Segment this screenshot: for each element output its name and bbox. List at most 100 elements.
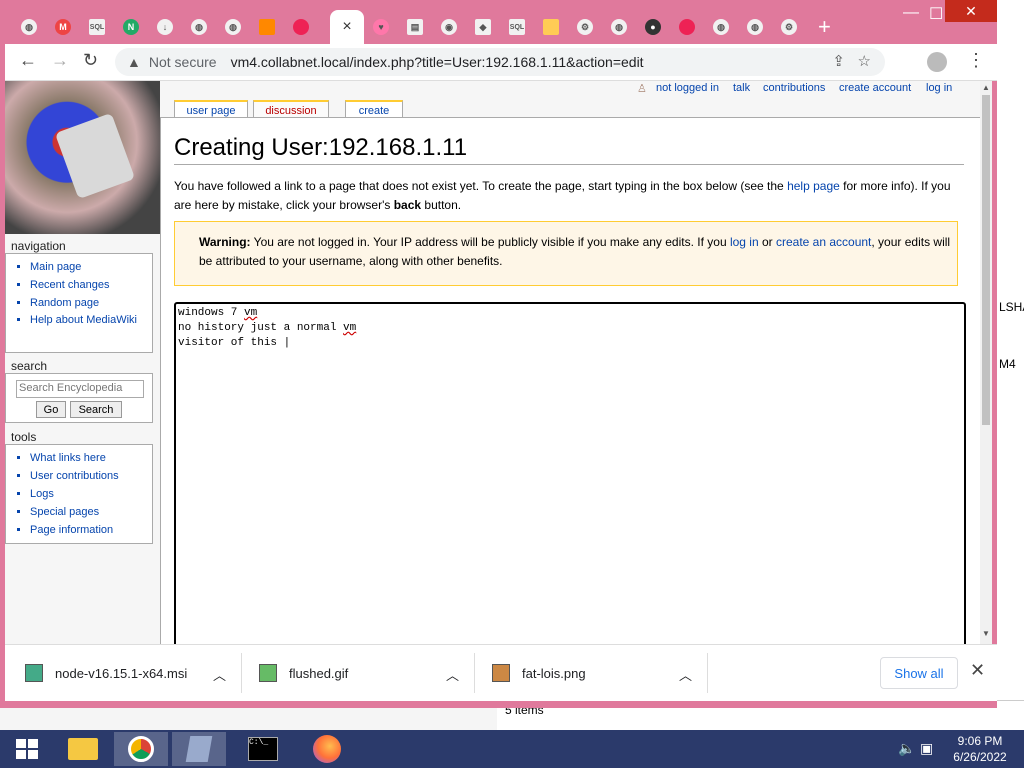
help-page-link[interactable]: help page bbox=[787, 179, 840, 193]
taskbar-firefox[interactable] bbox=[300, 732, 354, 766]
browser-tab[interactable]: ♥ bbox=[364, 10, 398, 44]
taskbar-app[interactable] bbox=[172, 732, 226, 766]
browser-tab[interactable] bbox=[250, 10, 284, 44]
scroll-down-icon[interactable]: ▼ bbox=[982, 629, 990, 638]
divider bbox=[241, 653, 242, 693]
warning-triangle-icon[interactable]: ▲ bbox=[127, 54, 141, 70]
security-status[interactable]: Not secure bbox=[149, 54, 217, 70]
address-bar[interactable]: ▲ Not secure vm4.collabnet.local/index.p… bbox=[115, 48, 885, 76]
globe-icon: ◍ bbox=[191, 19, 207, 35]
browser-tab[interactable]: ↓ bbox=[148, 10, 182, 44]
browser-tab[interactable]: ◍ bbox=[704, 10, 738, 44]
desktop-edge-text: M4 bbox=[999, 357, 1016, 371]
personal-contributions-link[interactable]: contributions bbox=[763, 82, 825, 94]
close-tab-icon[interactable]: × bbox=[342, 18, 351, 36]
browser-tab[interactable]: ● bbox=[636, 10, 670, 44]
taskbar-command-prompt[interactable]: C:\_ bbox=[236, 732, 290, 766]
m-icon: M bbox=[55, 19, 71, 35]
browser-tab[interactable]: ⚙ bbox=[772, 10, 806, 44]
globe-icon: ◍ bbox=[611, 19, 627, 35]
personal-create-account-link[interactable]: create account bbox=[839, 82, 911, 94]
user-icon: ♙ bbox=[637, 83, 647, 95]
browser-tab[interactable]: ◆ bbox=[466, 10, 500, 44]
browser-tab[interactable]: ▤ bbox=[398, 10, 432, 44]
share-icon[interactable]: ⇪ bbox=[832, 52, 845, 70]
browser-window: ◍ M SQL N ↓ ◍ ◍ × ♥ ▤ ◉ ◆ SQL ⚙ ◍ ● ◍ ◍ … bbox=[0, 0, 997, 708]
volume-muted-icon[interactable]: 🔈 bbox=[898, 740, 915, 757]
personal-log-in-link[interactable]: log in bbox=[926, 82, 952, 94]
network-icon[interactable]: ▣ bbox=[920, 740, 933, 757]
browser-tab[interactable]: N bbox=[114, 10, 148, 44]
browser-tab[interactable]: ◍ bbox=[602, 10, 636, 44]
sqlite-icon: SQL bbox=[89, 19, 105, 35]
tools-heading: tools bbox=[11, 430, 37, 444]
download-item[interactable]: node-v16.15.1-x64.msi bbox=[25, 645, 187, 701]
new-tab-button[interactable]: + bbox=[818, 14, 831, 40]
start-button[interactable] bbox=[0, 732, 54, 766]
tools-special-pages[interactable]: Special pages bbox=[30, 503, 152, 521]
page-scrollbar[interactable]: ▲ ▼ bbox=[980, 81, 992, 644]
taskbar-file-explorer[interactable] bbox=[56, 732, 110, 766]
tools-logs[interactable]: Logs bbox=[30, 485, 152, 503]
nav-random-page[interactable]: Random page bbox=[30, 294, 152, 312]
taskbar-chrome[interactable] bbox=[114, 732, 168, 766]
nav-help[interactable]: Help about MediaWiki bbox=[30, 312, 152, 328]
folder-icon bbox=[68, 738, 98, 760]
tools-page-information[interactable]: Page information bbox=[30, 521, 152, 539]
chevron-up-icon[interactable]: ︿ bbox=[213, 665, 226, 684]
globe-icon: ◍ bbox=[225, 19, 241, 35]
chevron-up-icon[interactable]: ︿ bbox=[446, 665, 459, 684]
search-input[interactable]: Search Encyclopedia bbox=[16, 380, 144, 398]
tools-what-links-here[interactable]: What links here bbox=[30, 449, 152, 467]
browser-tab[interactable]: ⚙ bbox=[568, 10, 602, 44]
scrollbar-thumb[interactable] bbox=[982, 95, 990, 425]
star-icon[interactable]: ☆ bbox=[858, 52, 871, 70]
reload-icon[interactable]: ↻ bbox=[83, 50, 98, 71]
log-in-link[interactable]: log in bbox=[730, 235, 759, 249]
scroll-up-icon[interactable]: ▲ bbox=[982, 83, 990, 92]
create-account-link[interactable]: create an account bbox=[776, 235, 871, 249]
browser-tab[interactable]: ◍ bbox=[12, 10, 46, 44]
browser-tab[interactable]: ◉ bbox=[432, 10, 466, 44]
minimize-button[interactable]: — bbox=[903, 4, 919, 22]
browser-tab[interactable]: SQL bbox=[80, 10, 114, 44]
system-clock[interactable]: 9:06 PM 6/26/2022 bbox=[940, 733, 1020, 765]
browser-tab[interactable]: M bbox=[46, 10, 80, 44]
file-icon: ▤ bbox=[407, 19, 423, 35]
download-item[interactable]: fat-lois.png bbox=[492, 645, 586, 701]
browser-tab[interactable]: SQL bbox=[500, 10, 534, 44]
chevron-up-icon[interactable]: ︿ bbox=[679, 665, 692, 684]
browser-tab[interactable] bbox=[670, 10, 704, 44]
menu-kebab-icon[interactable]: ⋮ bbox=[967, 50, 985, 71]
globe-icon: ◍ bbox=[747, 19, 763, 35]
go-button[interactable]: Go bbox=[36, 401, 66, 418]
search-heading: search bbox=[11, 359, 48, 373]
edit-textarea[interactable]: windows 7 vm no history just a normal vm… bbox=[174, 302, 966, 644]
wiki-logo[interactable] bbox=[5, 81, 160, 234]
show-all-button[interactable]: Show all bbox=[880, 657, 958, 689]
navigation-portlet: Main page Recent changes Random page Hel… bbox=[5, 253, 153, 353]
browser-tab[interactable] bbox=[284, 10, 318, 44]
search-button[interactable]: Search bbox=[70, 401, 122, 418]
forward-arrow-icon[interactable]: → bbox=[51, 50, 69, 71]
download-shelf: node-v16.15.1-x64.msi ︿ flushed.gif ︿ fa… bbox=[5, 644, 997, 701]
warning-label: Warning: bbox=[199, 235, 251, 249]
nav-recent-changes[interactable]: Recent changes bbox=[30, 276, 152, 294]
nav-main-page[interactable]: Main page bbox=[30, 258, 152, 276]
url-text[interactable]: vm4.collabnet.local/index.php?title=User… bbox=[231, 54, 644, 70]
window-close-button[interactable]: ✕ bbox=[945, 0, 997, 22]
back-arrow-icon[interactable]: ← bbox=[19, 50, 37, 71]
folder-icon bbox=[543, 19, 559, 35]
download-item[interactable]: flushed.gif bbox=[259, 645, 348, 701]
tools-user-contributions[interactable]: User contributions bbox=[30, 467, 152, 485]
browser-tab[interactable] bbox=[534, 10, 568, 44]
browser-tab[interactable]: ◍ bbox=[738, 10, 772, 44]
browser-tab-active[interactable]: × bbox=[330, 10, 364, 44]
profile-avatar-icon[interactable] bbox=[927, 52, 947, 72]
browser-tab[interactable]: ◍ bbox=[216, 10, 250, 44]
browser-tab[interactable]: ◍ bbox=[182, 10, 216, 44]
maximize-button[interactable]: ☐ bbox=[929, 4, 943, 24]
personal-talk-link[interactable]: talk bbox=[733, 82, 750, 94]
close-shelf-icon[interactable]: ✕ bbox=[970, 660, 985, 681]
taskbar: C:\_ 🔈 ▣ 9:06 PM 6/26/2022 bbox=[0, 730, 1024, 768]
